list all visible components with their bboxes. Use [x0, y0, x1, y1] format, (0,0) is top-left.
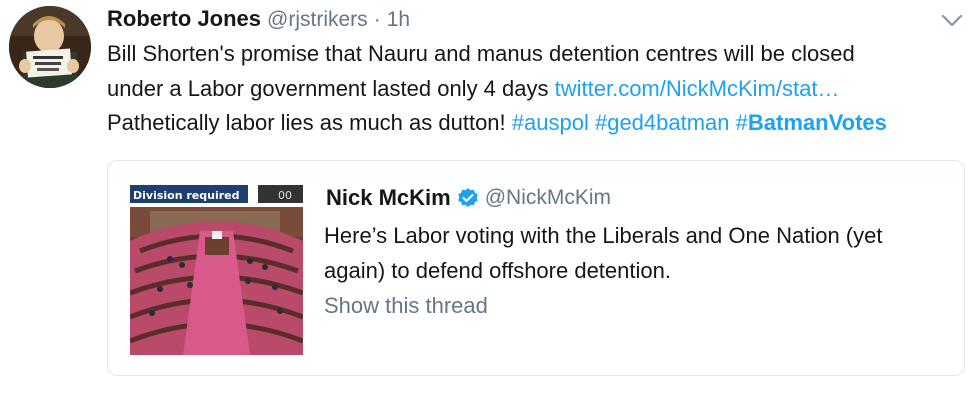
quoted-author-handle[interactable]: @NickMcKim	[485, 186, 611, 210]
quoted-author-name[interactable]: Nick McKim	[326, 185, 451, 211]
thumbnail-counter: 00	[278, 189, 292, 202]
thumbnail-caption: Division required	[133, 189, 240, 202]
tweet-link[interactable]: twitter.com/NickMcKim/stat…	[555, 76, 840, 101]
quoted-tweet-header: Nick McKim @NickMcKim	[326, 185, 611, 211]
tweet-text-segment: under a Labor government lasted only 4 d…	[107, 75, 555, 101]
timestamp[interactable]: 1h	[387, 8, 410, 32]
separator-dot: ·	[373, 8, 381, 31]
show-thread-link[interactable]: Show this thread	[324, 293, 488, 319]
thumbnail-image: Division required 00	[130, 181, 303, 355]
quoted-tweet-thumbnail[interactable]: Division required 00	[130, 181, 303, 355]
avatar[interactable]	[9, 6, 91, 88]
verified-badge-icon	[457, 187, 479, 209]
tweet-text-line: under a Labor government lasted only 4 d…	[107, 72, 971, 107]
quoted-tweet[interactable]: Division required 00 Nick McKim @NickMcK…	[107, 160, 965, 376]
hashtag-text: BatmanVotes	[747, 110, 887, 135]
tweet-text: Bill Shorten's promise that Nauru and ma…	[107, 37, 971, 141]
quoted-text-line: again) to defend offshore detention.	[324, 257, 671, 283]
tweet-text-segment: Pathetically labor lies as much as dutto…	[107, 110, 512, 135]
hashtag-auspol[interactable]: #auspol	[512, 110, 589, 135]
tweet-header: Roberto Jones @rjstrikers · 1h	[107, 6, 410, 34]
author-name[interactable]: Roberto Jones	[107, 6, 261, 32]
hashtag-ged4batman[interactable]: #ged4batman	[595, 110, 730, 135]
chevron-down-icon[interactable]	[940, 12, 964, 30]
tweet-text-line: Pathetically labor lies as much as dutto…	[107, 106, 971, 141]
quoted-tweet-text: Here’s Labor voting with the Liberals an…	[324, 219, 944, 288]
hashtag-batmanvotes[interactable]: #BatmanVotes	[736, 110, 887, 135]
tweet-text-line: Bill Shorten's promise that Nauru and ma…	[107, 41, 855, 66]
hashtag-symbol: #	[735, 110, 748, 135]
tweet[interactable]: Roberto Jones @rjstrikers · 1h Bill Shor…	[0, 0, 978, 393]
author-handle[interactable]: @rjstrikers	[267, 8, 368, 32]
quoted-text-line: Here’s Labor voting with the Liberals an…	[324, 223, 883, 248]
